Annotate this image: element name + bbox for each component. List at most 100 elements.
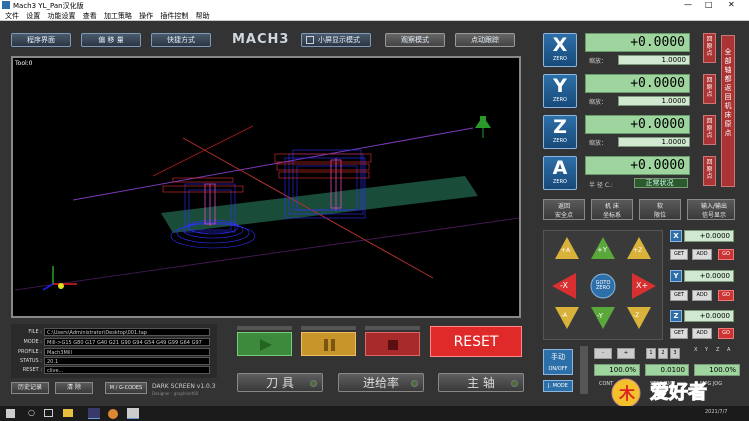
manual-label: 手动: [551, 353, 565, 361]
window-title: Mach3 YL_Pan汉化版: [13, 2, 84, 10]
jog-minus-y[interactable]: -Y: [597, 312, 603, 320]
jog-plus-x[interactable]: X+: [636, 281, 648, 290]
x-home-button[interactable]: 回原点: [703, 33, 716, 63]
shortcuts-button[interactable]: 快捷方式: [151, 33, 211, 47]
soft-limits-button[interactable]: 软 限位: [639, 199, 681, 220]
jog-trace-button[interactable]: 点动跟踪: [455, 33, 515, 47]
history-button[interactable]: 历史记录: [11, 382, 49, 394]
machine-coords-button[interactable]: 机 床 坐标系: [591, 199, 633, 220]
z-add-button[interactable]: ADD: [692, 328, 712, 339]
x-get-button[interactable]: GET: [670, 249, 688, 260]
y-scale-label: 缩放：: [589, 99, 608, 106]
x-zero-button[interactable]: X ZERO: [543, 33, 577, 67]
minimize-icon[interactable]: —: [684, 0, 692, 10]
app-taskbar-icon[interactable]: [127, 408, 139, 419]
windows-start-icon[interactable]: [6, 409, 15, 418]
small-y-dro[interactable]: +0.0000: [684, 270, 734, 282]
profile-value: Mach3Mill: [44, 348, 210, 356]
maximize-icon[interactable]: □: [705, 0, 713, 10]
jog-rate-minus[interactable]: -: [594, 348, 612, 359]
feed-hold-button[interactable]: [301, 332, 356, 356]
a-zero-label: ZERO: [553, 179, 567, 185]
small-screen-mode-button[interactable]: 小屏显示模式: [301, 33, 371, 47]
menu-help[interactable]: 帮助: [196, 11, 210, 21]
z-go-button[interactable]: GO: [718, 328, 734, 339]
z-zero-label: ZERO: [553, 138, 567, 144]
file-label: FILE :: [28, 329, 42, 335]
close-icon[interactable]: ✕: [728, 0, 735, 10]
y-add-button[interactable]: ADD: [692, 290, 712, 301]
z-dro[interactable]: +0.0000: [585, 115, 690, 134]
x-scale-field[interactable]: 1.0000: [618, 55, 690, 65]
mach3-taskbar-icon[interactable]: [88, 408, 100, 419]
cycle-start-button[interactable]: [237, 332, 292, 356]
observe-mode-button[interactable]: 观察模式: [385, 33, 445, 47]
small-x-dro[interactable]: +0.0000: [684, 230, 734, 242]
z-home-button[interactable]: 回原点: [703, 115, 716, 145]
jog-plus-z[interactable]: +Z: [633, 247, 642, 254]
menu-file[interactable]: 文件: [5, 11, 19, 21]
home-all-axes-button[interactable]: 全部轴都返回机床原点: [721, 35, 735, 187]
mode-label: MODE :: [23, 339, 42, 345]
jog-step-2[interactable]: 2: [658, 348, 668, 359]
reset-label: RESET :: [22, 367, 42, 373]
manual-toggle-button[interactable]: 手动 ON/OFF: [543, 349, 573, 375]
a-home-button[interactable]: 回原点: [703, 156, 716, 186]
gcodes-button[interactable]: M / G-CODES: [105, 382, 147, 394]
z-zero-button[interactable]: Z ZERO: [543, 115, 577, 149]
window-icon: [306, 36, 314, 44]
z-scale-field[interactable]: 1.0000: [618, 137, 690, 147]
menu-view[interactable]: 查看: [83, 11, 97, 21]
search-icon[interactable]: ○: [28, 408, 35, 417]
reset-button[interactable]: RESET: [430, 326, 522, 357]
goto-zero-button[interactable]: GOTO ZERO: [595, 281, 611, 291]
menu-function-settings[interactable]: 功能设置: [47, 11, 75, 21]
task-view-icon[interactable]: [44, 409, 53, 417]
offset-button[interactable]: 偏 移 量: [81, 33, 141, 47]
y-get-button[interactable]: GET: [670, 290, 688, 301]
menu-plugin-control[interactable]: 插件控制: [160, 11, 188, 21]
windows-taskbar: ○ 2021/7/7: [0, 406, 749, 421]
jog-minus-a[interactable]: -A: [561, 312, 567, 319]
clear-button[interactable]: 清 除: [55, 382, 93, 394]
jog-rate-plus[interactable]: +: [617, 348, 635, 359]
jog-mode-button[interactable]: J. MODE: [543, 380, 573, 392]
skin-version: DARK SCREEN v1.0.3: [152, 383, 216, 390]
jog-step-3[interactable]: 3: [670, 348, 680, 359]
io-signals-button[interactable]: 输入/输出 信号显示: [687, 199, 735, 220]
mode-value: Mill->G15 G80 G17 G40 G21 G90 G94 G54 G4…: [44, 338, 210, 346]
a-dro[interactable]: +0.0000: [585, 156, 690, 175]
mpg-y-label: Y: [705, 347, 709, 353]
reset-value: clive...: [44, 366, 210, 374]
jog-plus-a[interactable]: +A: [561, 247, 570, 254]
small-z-dro[interactable]: +0.0000: [684, 310, 734, 322]
jog-step-1[interactable]: 1: [646, 348, 656, 359]
x-add-button[interactable]: ADD: [692, 249, 712, 260]
y-go-button[interactable]: GO: [718, 290, 734, 301]
menu-machining-strategy[interactable]: 加工策略: [104, 11, 132, 21]
return-safe-button[interactable]: 返回 安全点: [543, 199, 585, 220]
jog-minus-z[interactable]: -Z: [633, 312, 639, 319]
stop-button[interactable]: [365, 332, 420, 356]
a-zero-button[interactable]: A ZERO: [543, 156, 577, 190]
x-go-button[interactable]: GO: [718, 249, 734, 260]
z-scale-label: 缩放：: [589, 140, 608, 147]
y-dro[interactable]: +0.0000: [585, 74, 690, 93]
spindle-led: [511, 380, 518, 387]
y-zero-button[interactable]: Y ZERO: [543, 74, 577, 108]
x-zero-label: ZERO: [553, 56, 567, 62]
file-explorer-icon[interactable]: [63, 409, 73, 417]
toolpath-display[interactable]: Tool:0: [11, 56, 521, 318]
status-label: STATUS :: [19, 358, 42, 364]
jog-plus-y[interactable]: +Y: [597, 246, 607, 254]
x-dro[interactable]: +0.0000: [585, 33, 690, 52]
y-scale-field[interactable]: 1.0000: [618, 96, 690, 106]
z-get-button[interactable]: GET: [670, 328, 688, 339]
program-screen-button[interactable]: 程序界面: [11, 33, 71, 47]
jog-minus-x[interactable]: -X: [560, 281, 568, 290]
menu-operation[interactable]: 操作: [139, 11, 153, 21]
feed-hold-indicator: [301, 326, 356, 330]
chrome-icon[interactable]: [108, 409, 118, 419]
menu-settings[interactable]: 设置: [26, 11, 40, 21]
y-home-button[interactable]: 回原点: [703, 74, 716, 104]
